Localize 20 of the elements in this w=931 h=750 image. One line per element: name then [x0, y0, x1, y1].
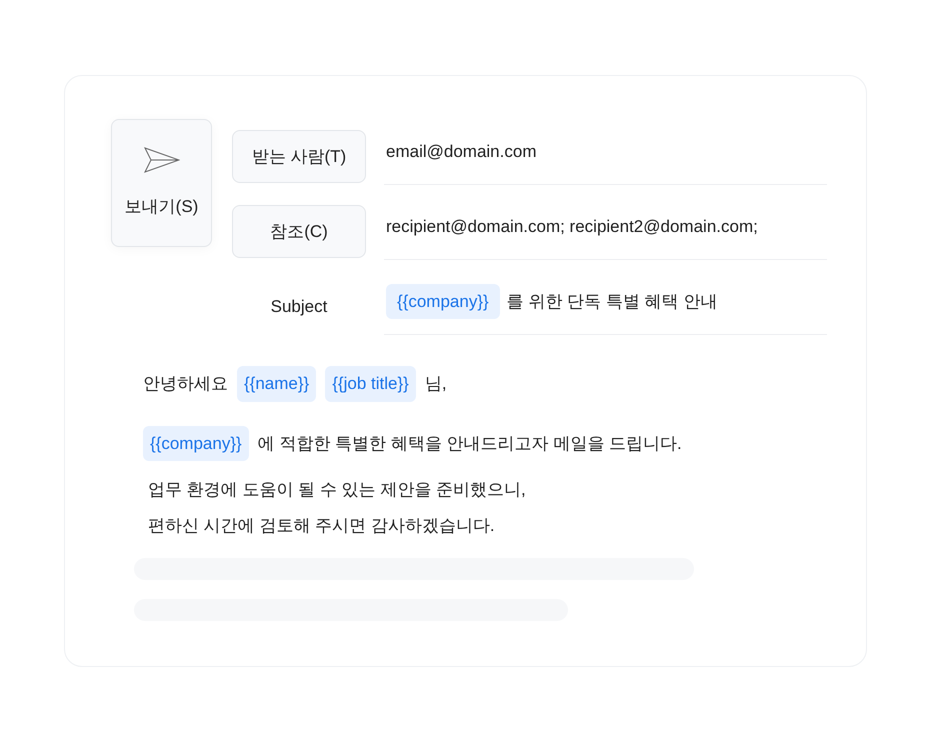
body-text: 업무 환경에 도움이 될 수 있는 제안을 준비했으니, — [148, 479, 527, 501]
variable-tag: {{name}} — [237, 366, 316, 402]
body-text: 편하신 시간에 검토해 주시면 감사하겠습니다. — [148, 514, 496, 536]
field-input[interactable]: email@domain.com — [384, 119, 827, 185]
text: 안녕하세요 — [143, 373, 228, 395]
send-icon — [144, 146, 180, 174]
variable-tag: {{job title}} — [325, 366, 416, 402]
text: email@domain.com — [386, 140, 536, 163]
text: 를 위한 단독 특별 혜택 안내 — [506, 290, 718, 313]
text: 님, — [424, 373, 447, 395]
field-button[interactable]: 참조(C) — [232, 205, 366, 258]
variable-tag: {{company}} — [143, 426, 249, 461]
field-input[interactable]: {{company}} 를 위한 단독 특별 혜택 안내 — [384, 269, 827, 335]
variable-tag: {{company}} — [386, 284, 500, 320]
field-button[interactable]: 받는 사람(T) — [232, 130, 366, 183]
field-label: Subject — [270, 296, 328, 318]
text: recipient@domain.com; recipient2@domain.com; — [386, 216, 758, 238]
text: 에 적합한 특별한 혜택을 안내드리고자 메일을 드립니다. — [258, 432, 682, 454]
field-input[interactable]: recipient@domain.com; recipient2@domain.com; — [384, 194, 827, 260]
send-button[interactable]: 보내기(S) — [111, 119, 212, 247]
